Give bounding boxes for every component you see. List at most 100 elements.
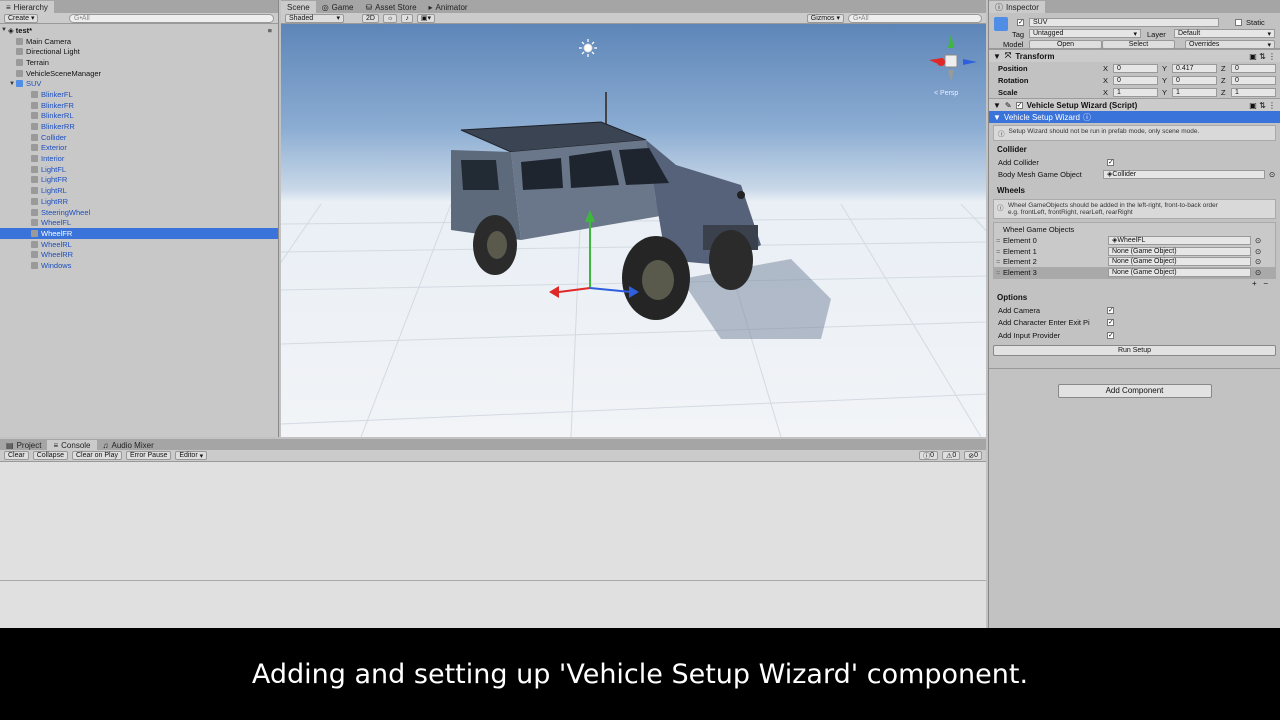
- object-name-field[interactable]: SUV: [1029, 18, 1219, 27]
- audio-toggle-icon[interactable]: ♪: [401, 13, 413, 23]
- hierarchy-item[interactable]: ▼ SUV: [0, 78, 278, 89]
- hierarchy-child-item[interactable]: BlinkerRL: [0, 111, 278, 122]
- hierarchy-child-item[interactable]: SteeringWheel: [0, 207, 278, 218]
- console-clear-button[interactable]: Clear: [4, 451, 29, 460]
- console-collapse-button[interactable]: Collapse: [32, 451, 68, 460]
- object-picker-icon[interactable]: ⊙: [1269, 170, 1275, 179]
- hierarchy-child-item[interactable]: WheelFR: [0, 228, 278, 239]
- effects-toggle-icon[interactable]: ▣▾: [416, 13, 436, 23]
- scale-x-field[interactable]: 1: [1113, 87, 1158, 97]
- tab-game[interactable]: ◎ Game: [316, 1, 360, 13]
- warning-count-toggle[interactable]: ⚠ 0: [942, 451, 961, 460]
- hierarchy-child-item[interactable]: LightFL: [0, 164, 278, 175]
- position-y-field[interactable]: 0.417: [1172, 63, 1217, 73]
- component-menu-icon[interactable]: ▣ ⇅ ⋮: [1249, 52, 1276, 61]
- perspective-label[interactable]: < Persp: [934, 90, 958, 97]
- expand-arrow-icon[interactable]: ▼: [993, 52, 1001, 61]
- lighting-toggle-icon[interactable]: ☼: [382, 13, 398, 23]
- element-object-field[interactable]: None (Game Object): [1108, 246, 1251, 256]
- console-error-pause-button[interactable]: Error Pause: [126, 451, 172, 460]
- remove-element-icon[interactable]: −: [1263, 279, 1268, 288]
- open-button[interactable]: Open: [1029, 40, 1102, 49]
- console-clear-on-play-button[interactable]: Clear on Play: [71, 451, 123, 460]
- add-enter-exit-checkbox[interactable]: ✓: [1107, 319, 1114, 326]
- expand-arrow-icon[interactable]: ▼: [0, 27, 8, 33]
- wheel-element-row[interactable]: = Element 0 ◈ WheelFL ⊙: [994, 235, 1275, 246]
- scene-root-row[interactable]: ▼ ◈ test* ≡: [0, 25, 278, 36]
- layer-dropdown[interactable]: Default ▾: [1174, 29, 1275, 38]
- expand-arrow-icon[interactable]: ▼: [993, 101, 1001, 110]
- drag-handle-icon[interactable]: =: [996, 236, 1000, 245]
- orientation-gizmo[interactable]: [921, 30, 981, 95]
- element-object-field[interactable]: None (Game Object): [1108, 257, 1251, 267]
- drag-handle-icon[interactable]: =: [996, 257, 1000, 266]
- gizmos-dropdown[interactable]: Gizmos ▾: [806, 13, 844, 23]
- add-element-icon[interactable]: +: [1252, 279, 1257, 288]
- hierarchy-child-item[interactable]: BlinkerFR: [0, 100, 278, 111]
- console-editor-button[interactable]: Editor ▾: [175, 451, 208, 460]
- wheel-element-row[interactable]: = Element 2 None (Game Object) ⊙: [994, 256, 1275, 267]
- 2d-toggle[interactable]: 2D: [362, 13, 379, 23]
- tab-scene[interactable]: Scene: [281, 1, 316, 13]
- active-checkbox[interactable]: ✓: [1017, 19, 1024, 26]
- hierarchy-child-item[interactable]: LightRL: [0, 185, 278, 196]
- drag-handle-icon[interactable]: =: [996, 247, 1000, 256]
- tag-dropdown[interactable]: Untagged ▾: [1029, 29, 1141, 38]
- hierarchy-item[interactable]: Terrain: [0, 57, 278, 68]
- scene-menu-icon[interactable]: ≡: [268, 26, 272, 35]
- tab-asset-store[interactable]: ⛁ Asset Store: [359, 1, 422, 13]
- add-input-checkbox[interactable]: ✓: [1107, 331, 1114, 339]
- error-count-toggle[interactable]: ⊘ 0: [964, 451, 982, 460]
- position-x-field[interactable]: 0: [1113, 63, 1158, 73]
- hierarchy-child-item[interactable]: LightRR: [0, 196, 278, 207]
- position-z-field[interactable]: 0: [1231, 63, 1276, 73]
- suv-model[interactable]: [441, 90, 776, 340]
- add-collider-checkbox[interactable]: ✓: [1107, 158, 1114, 166]
- hierarchy-child-item[interactable]: WheelFL: [0, 217, 278, 228]
- hierarchy-search-input[interactable]: G•All: [69, 13, 274, 23]
- hierarchy-item[interactable]: VehicleSceneManager: [0, 68, 278, 79]
- tab-animator[interactable]: ▸ Animator: [423, 1, 474, 13]
- hierarchy-child-item[interactable]: Exterior: [0, 143, 278, 154]
- hierarchy-child-item[interactable]: Windows: [0, 260, 278, 271]
- tab-console[interactable]: ≡ Console: [47, 440, 97, 450]
- hierarchy-child-item[interactable]: Interior: [0, 153, 278, 164]
- console-log-area[interactable]: [0, 462, 986, 628]
- tab-audio-mixer[interactable]: ♫ Audio Mixer: [97, 440, 160, 450]
- add-component-button[interactable]: Add Component: [1057, 384, 1212, 399]
- rotation-x-field[interactable]: 0: [1113, 75, 1158, 85]
- element-object-field[interactable]: None (Game Object): [1108, 267, 1251, 277]
- static-checkbox[interactable]: [1235, 19, 1242, 26]
- hierarchy-item[interactable]: Main Camera: [0, 36, 278, 47]
- object-picker-icon[interactable]: ⊙: [1255, 247, 1261, 256]
- hierarchy-child-item[interactable]: BlinkerFL: [0, 89, 278, 100]
- overrides-dropdown[interactable]: Overrides ▾: [1185, 40, 1275, 49]
- body-mesh-field[interactable]: ◈ Collider: [1103, 169, 1265, 179]
- object-picker-icon[interactable]: ⊙: [1255, 236, 1261, 245]
- wizard-header[interactable]: ▼ ✎ ✓ Vehicle Setup Wizard (Script) ▣ ⇅ …: [989, 98, 1280, 111]
- hierarchy-child-item[interactable]: LightFR: [0, 175, 278, 186]
- help-icon[interactable]: ⓘ: [1083, 112, 1091, 123]
- transform-header[interactable]: ▼ ⤧ Transform ▣ ⇅ ⋮: [989, 49, 1280, 62]
- directional-light-icon[interactable]: [579, 39, 597, 57]
- scale-z-field[interactable]: 1: [1231, 87, 1276, 97]
- wheel-element-row[interactable]: = Element 3 None (Game Object) ⊙: [994, 267, 1275, 278]
- expand-arrow-icon[interactable]: ▼: [8, 81, 16, 87]
- rotation-z-field[interactable]: 0: [1231, 75, 1276, 85]
- hierarchy-child-item[interactable]: WheelRR: [0, 249, 278, 260]
- add-camera-checkbox[interactable]: ✓: [1107, 306, 1114, 314]
- hierarchy-child-item[interactable]: Collider: [0, 132, 278, 143]
- hierarchy-child-item[interactable]: BlinkerRR: [0, 121, 278, 132]
- rotation-y-field[interactable]: 0: [1172, 75, 1217, 85]
- drag-handle-icon[interactable]: =: [996, 268, 1000, 277]
- scene-search-input[interactable]: G•All: [848, 13, 982, 23]
- create-button[interactable]: Create ▾: [4, 13, 39, 23]
- run-setup-button[interactable]: Run Setup: [993, 345, 1276, 357]
- info-count-toggle[interactable]: ⓘ 0: [919, 451, 939, 460]
- tab-hierarchy[interactable]: ≡ Hierarchy: [0, 1, 54, 13]
- scale-y-field[interactable]: 1: [1172, 87, 1217, 97]
- object-picker-icon[interactable]: ⊙: [1255, 268, 1261, 277]
- hierarchy-item[interactable]: Directional Light: [0, 46, 278, 57]
- object-picker-icon[interactable]: ⊙: [1255, 257, 1261, 266]
- select-button[interactable]: Select: [1102, 40, 1175, 49]
